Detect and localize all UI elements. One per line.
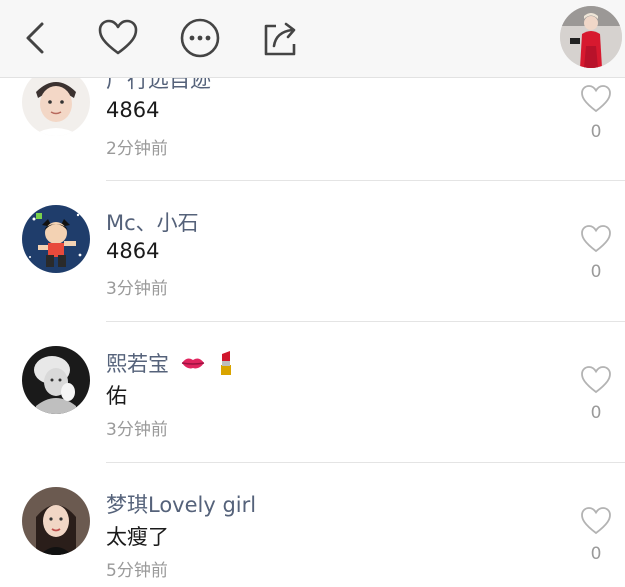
comment-item[interactable]: Mc、小石 4864 3分钟前 0 (0, 181, 625, 321)
comment-time: 3分钟前 (106, 420, 168, 440)
comment-text: 太瘦了 (106, 525, 169, 549)
avatar[interactable] (22, 68, 90, 136)
share-icon[interactable] (258, 16, 302, 60)
heart-icon[interactable] (580, 224, 612, 254)
comment-text: 4864 (106, 98, 160, 122)
comment-item[interactable]: 梦琪Lovely girl 太瘦了 5分钟前 0 (0, 463, 625, 587)
comment-time: 2分钟前 (106, 139, 168, 159)
chevron-left-icon[interactable] (14, 16, 58, 60)
comment-text: 佑 (106, 384, 127, 408)
avatar[interactable] (22, 346, 90, 414)
like-count: 0 (590, 403, 602, 423)
heart-icon[interactable] (580, 365, 612, 395)
username-text: 熙若宝 (106, 352, 169, 376)
comment-username[interactable]: Mc、小石 (106, 207, 199, 237)
heart-icon[interactable] (580, 506, 612, 536)
like-count: 0 (590, 122, 602, 142)
comment-username[interactable]: 梦琪Lovely girl (106, 489, 256, 519)
avatar[interactable] (22, 205, 90, 273)
top-nav-bar (0, 0, 625, 78)
heart-outline-icon[interactable] (96, 16, 140, 60)
lipstick-icon (216, 350, 236, 381)
comment-list: 广行远自迹 4864 2分钟前 0 Mc、小石 4864 3分钟前 0 熙若宝 … (0, 0, 625, 587)
like-count: 0 (590, 544, 602, 564)
like-count: 0 (590, 262, 602, 282)
avatar[interactable] (22, 487, 90, 555)
kiss-lips-icon (180, 353, 206, 378)
ellipsis-circle-icon[interactable] (178, 16, 222, 60)
comment-text: 4864 (106, 239, 160, 263)
comment-item[interactable]: 熙若宝 佑 3分钟前 0 (0, 322, 625, 462)
avatar[interactable] (560, 6, 622, 68)
comment-username[interactable]: 熙若宝 (106, 348, 236, 381)
comment-time: 3分钟前 (106, 279, 168, 299)
comment-time: 5分钟前 (106, 561, 168, 581)
heart-icon[interactable] (580, 84, 612, 114)
